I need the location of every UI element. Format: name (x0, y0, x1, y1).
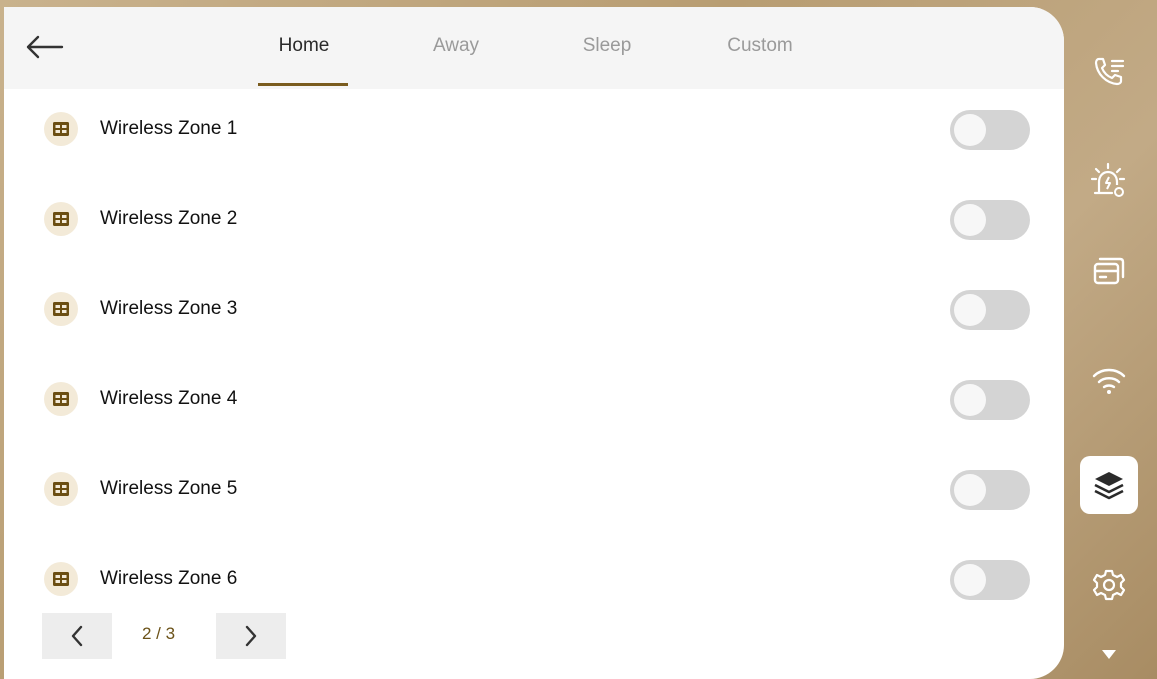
back-button[interactable] (22, 29, 66, 65)
zone-icon (44, 472, 78, 506)
call-log-icon (1094, 57, 1125, 86)
zone-icon (44, 202, 78, 236)
previous-page-button[interactable] (42, 613, 112, 659)
toggle-knob (954, 474, 986, 506)
sidebar-layers-button[interactable] (1080, 456, 1138, 514)
zone-row: Wireless Zone 1 (4, 90, 1064, 180)
toggle-knob (954, 114, 986, 146)
toggle-knob (954, 384, 986, 416)
zone-toggle[interactable] (950, 470, 1030, 510)
alarm-settings-icon (1090, 162, 1126, 197)
chevron-down-icon (1102, 650, 1116, 659)
tab-custom[interactable]: Custom (720, 35, 800, 57)
next-page-button[interactable] (216, 613, 286, 659)
zone-row: Wireless Zone 6 (4, 540, 1064, 630)
cards-icon (1093, 257, 1125, 285)
gear-icon (1092, 569, 1126, 601)
zone-row: Wireless Zone 2 (4, 180, 1064, 270)
tab-home[interactable]: Home (274, 35, 334, 57)
chevron-left-icon (71, 625, 83, 647)
sidebar-call-log-button[interactable] (1080, 42, 1138, 100)
tab-bar: Home Away Sleep Custom (4, 7, 1064, 89)
toggle-knob (954, 564, 986, 596)
sidebar-scroll-down-button[interactable] (1080, 634, 1138, 674)
zone-label: Wireless Zone 3 (100, 298, 238, 319)
zone-toggle[interactable] (950, 200, 1030, 240)
arming-mode-panel: Home Away Sleep Custom Wireless Zone 1 Wi… (4, 7, 1064, 679)
sidebar-alarm-button[interactable] (1080, 152, 1138, 210)
zone-label: Wireless Zone 4 (100, 388, 238, 409)
active-tab-indicator (258, 83, 348, 86)
zone-row: Wireless Zone 4 (4, 360, 1064, 450)
zone-toggle[interactable] (950, 290, 1030, 330)
zone-toggle[interactable] (950, 110, 1030, 150)
zone-icon (44, 292, 78, 326)
sidebar-cards-button[interactable] (1080, 242, 1138, 300)
zone-row: Wireless Zone 5 (4, 450, 1064, 540)
zone-label: Wireless Zone 2 (100, 208, 238, 229)
page-indicator: 2 / 3 (142, 624, 176, 643)
sidebar-settings-button[interactable] (1080, 556, 1138, 614)
zone-icon (44, 112, 78, 146)
tab-away[interactable]: Away (428, 35, 484, 57)
zone-label: Wireless Zone 5 (100, 478, 238, 499)
sidebar-wifi-button[interactable] (1080, 352, 1138, 410)
chevron-right-icon (245, 625, 257, 647)
toggle-knob (954, 294, 986, 326)
zone-icon (44, 562, 78, 596)
tab-sleep[interactable]: Sleep (576, 35, 638, 57)
zone-icon (44, 382, 78, 416)
toggle-knob (954, 204, 986, 236)
layers-icon (1094, 472, 1124, 500)
zone-toggle[interactable] (950, 560, 1030, 600)
back-arrow-icon (26, 35, 64, 59)
wifi-icon (1092, 368, 1126, 394)
zone-row: Wireless Zone 3 (4, 270, 1064, 360)
zone-label: Wireless Zone 6 (100, 568, 238, 589)
zone-label: Wireless Zone 1 (100, 118, 238, 139)
zone-toggle[interactable] (950, 380, 1030, 420)
